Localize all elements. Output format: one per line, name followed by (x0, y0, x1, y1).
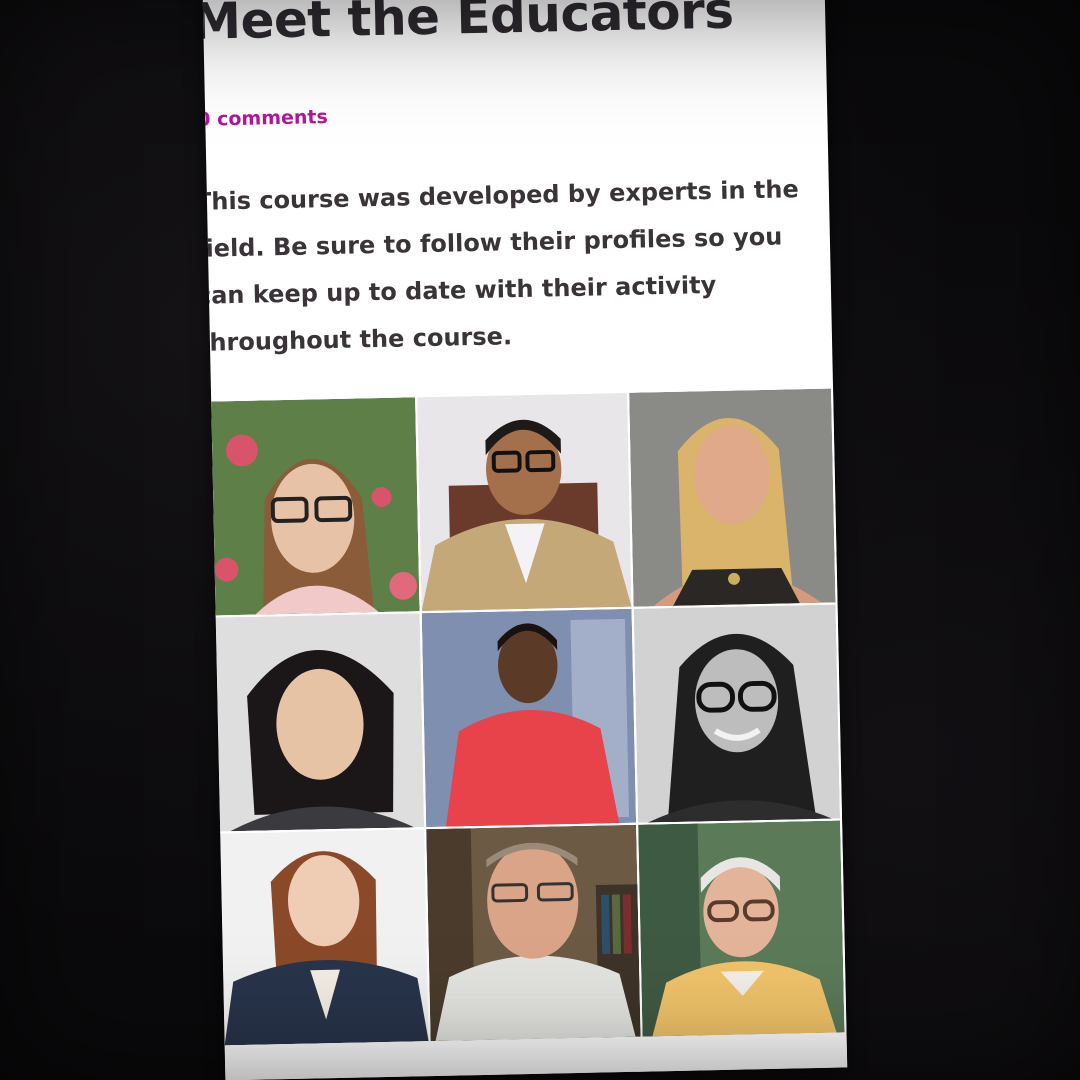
educator-photo (638, 820, 847, 1039)
educator-portrait-icon (421, 608, 637, 828)
educator-photo (215, 613, 427, 834)
educator-portrait-icon (633, 604, 841, 823)
educator-photo-grid (211, 388, 847, 1048)
page-title: Meet the Educators (202, 0, 735, 51)
article-screenshot: Meet the Educators 0 comments This cours… (202, 0, 848, 1080)
educator-photo (421, 608, 639, 830)
educator-photo (417, 392, 634, 614)
educator-portrait-icon (426, 824, 641, 1042)
educator-photo (629, 388, 838, 609)
educator-photo (211, 397, 422, 618)
intro-paragraph: This course was developed by experts in … (202, 175, 799, 357)
educator-portrait-icon (220, 829, 429, 1046)
educator-portrait-icon (629, 388, 836, 607)
comments-link[interactable]: 0 comments (203, 106, 328, 131)
educator-portrait-icon (417, 392, 632, 612)
educator-portrait-icon (638, 820, 845, 1037)
educator-photo (220, 829, 431, 1048)
educator-portrait-icon (211, 397, 420, 616)
educator-portrait-icon (215, 613, 425, 832)
educator-photo (633, 604, 843, 825)
educator-photo (426, 824, 643, 1044)
